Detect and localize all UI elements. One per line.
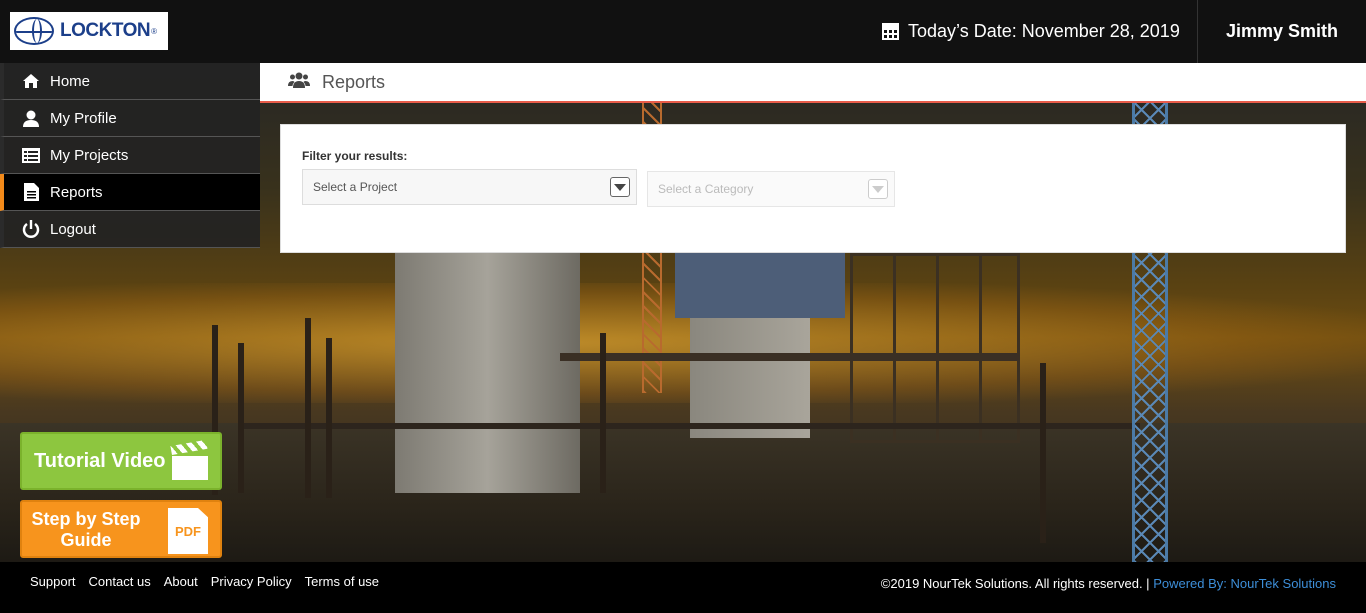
user-icon [20, 110, 42, 127]
sidebar-item-logout[interactable]: Logout [0, 211, 260, 248]
clapperboard-icon [170, 439, 208, 480]
calendar-icon [882, 23, 899, 40]
footer-link-terms[interactable]: Terms of use [305, 574, 379, 589]
sidebar-item-label: Reports [50, 183, 103, 201]
footer-links: Support Contact us About Privacy Policy … [30, 574, 392, 589]
chevron-down-icon[interactable] [610, 177, 630, 197]
sidebar-item-label: Home [50, 72, 91, 90]
tutorial-video-button[interactable]: Tutorial Video [20, 432, 222, 490]
footer-link-contact[interactable]: Contact us [89, 574, 151, 589]
logo-registered-mark: ® [151, 26, 157, 36]
guide-label-line2: Guide [60, 530, 112, 550]
category-select[interactable]: Select a Category [647, 171, 895, 207]
footer: Support Contact us About Privacy Policy … [0, 562, 1366, 613]
copyright-text: ©2019 NourTek Solutions. All rights rese… [880, 576, 1150, 591]
sidebar-item-label: My Projects [50, 146, 129, 164]
chevron-down-icon [868, 179, 888, 199]
user-name-menu[interactable]: Jimmy Smith [1197, 0, 1366, 63]
footer-link-privacy[interactable]: Privacy Policy [211, 574, 292, 589]
page-title: Reports [322, 71, 386, 92]
category-select-value: Select a Category [658, 182, 754, 196]
guide-label-line1: Step by Step [31, 509, 141, 529]
footer-link-support[interactable]: Support [30, 574, 76, 589]
page-title-bar: Reports [260, 63, 1366, 103]
sidebar-nav: Home My Profile My Projects Reports Logo… [0, 63, 260, 248]
sidebar-item-label: My Profile [50, 109, 117, 127]
home-icon [20, 73, 42, 89]
date-label: Today’s Date: November 28, 2019 [908, 21, 1180, 41]
tutorial-video-label: Tutorial Video [34, 449, 166, 472]
todays-date: Today’s Date: November 28, 2019 [882, 0, 1180, 63]
project-select[interactable]: Select a Project [302, 169, 637, 205]
sidebar-item-home[interactable]: Home [0, 63, 260, 100]
sidebar-item-label: Logout [50, 220, 96, 238]
sidebar-item-my-profile[interactable]: My Profile [0, 100, 260, 137]
power-icon [20, 220, 42, 238]
step-by-step-guide-button[interactable]: Step by Step Guide PDF [20, 500, 222, 558]
top-header: LOCKTON ® Today’s Date: November 28, 201… [0, 0, 1366, 63]
document-icon [20, 183, 42, 201]
globe-icon [14, 17, 54, 45]
footer-copyright: ©2019 NourTek Solutions. All rights rese… [881, 576, 1336, 591]
powered-by-link[interactable]: Powered By: NourTek Solutions [1153, 576, 1336, 591]
pdf-icon-text: PDF [175, 523, 201, 539]
list-icon [20, 147, 42, 163]
filter-label: Filter your results: [302, 149, 408, 163]
sidebar-item-reports[interactable]: Reports [0, 174, 260, 211]
pdf-icon: PDF [168, 508, 208, 554]
logo-text: LOCKTON [60, 20, 151, 41]
filter-panel: Filter your results: Select a Project Se… [280, 124, 1346, 253]
project-select-value: Select a Project [313, 180, 398, 194]
sidebar-item-my-projects[interactable]: My Projects [0, 137, 260, 174]
lockton-logo[interactable]: LOCKTON ® [10, 12, 168, 50]
users-icon [288, 72, 310, 93]
footer-link-about[interactable]: About [164, 574, 198, 589]
